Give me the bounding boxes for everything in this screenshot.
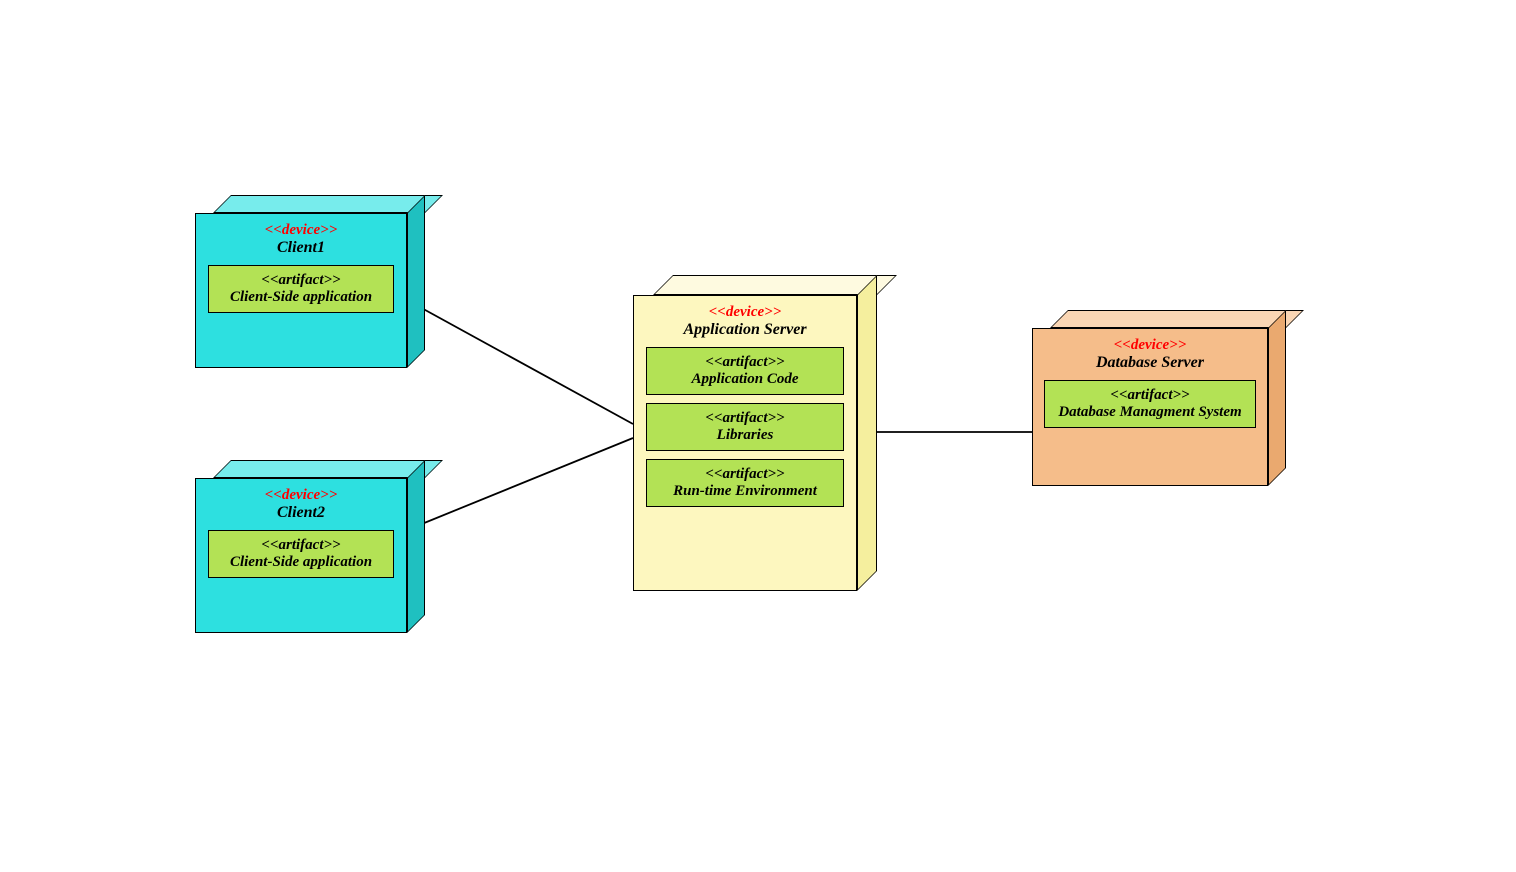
dbserver-title: Database Server: [1043, 354, 1257, 372]
client2-artifact-0: <<artifact>> Client-Side application: [208, 530, 394, 578]
appserver-artifact-0: <<artifact>> Application Code: [646, 347, 844, 395]
client1-title: Client1: [206, 239, 396, 257]
appserver-artifact-1-stereo: <<artifact>>: [657, 410, 833, 427]
appserver-artifact-2-title: Run-time Environment: [657, 483, 833, 500]
appserver-artifact-1: <<artifact>> Libraries: [646, 403, 844, 451]
client1-artifact-0-stereo: <<artifact>>: [219, 272, 383, 289]
appserver-title: Application Server: [644, 321, 846, 339]
dbserver-stereotype: <<device>>: [1043, 337, 1257, 354]
client2-title: Client2: [206, 504, 396, 522]
client2-artifact-0-stereo: <<artifact>>: [219, 537, 383, 554]
dbserver-artifact-0: <<artifact>> Database Managment System: [1044, 380, 1256, 428]
appserver-artifact-0-stereo: <<artifact>>: [657, 354, 833, 371]
client1-stereotype: <<device>>: [206, 222, 396, 239]
appserver-artifact-2-stereo: <<artifact>>: [657, 466, 833, 483]
deployment-diagram: <<device>> Client1 <<artifact>> Client-S…: [0, 0, 1516, 872]
appserver-stereotype: <<device>>: [644, 304, 846, 321]
client2-stereotype: <<device>>: [206, 487, 396, 504]
appserver-artifact-1-title: Libraries: [657, 427, 833, 444]
client1-artifact-0: <<artifact>> Client-Side application: [208, 265, 394, 313]
appserver-artifact-0-title: Application Code: [657, 371, 833, 388]
dbserver-artifact-0-title: Database Managment System: [1055, 404, 1245, 421]
client1-artifact-0-title: Client-Side application: [219, 289, 383, 306]
client2-artifact-0-title: Client-Side application: [219, 554, 383, 571]
appserver-artifact-2: <<artifact>> Run-time Environment: [646, 459, 844, 507]
dbserver-artifact-0-stereo: <<artifact>>: [1055, 387, 1245, 404]
